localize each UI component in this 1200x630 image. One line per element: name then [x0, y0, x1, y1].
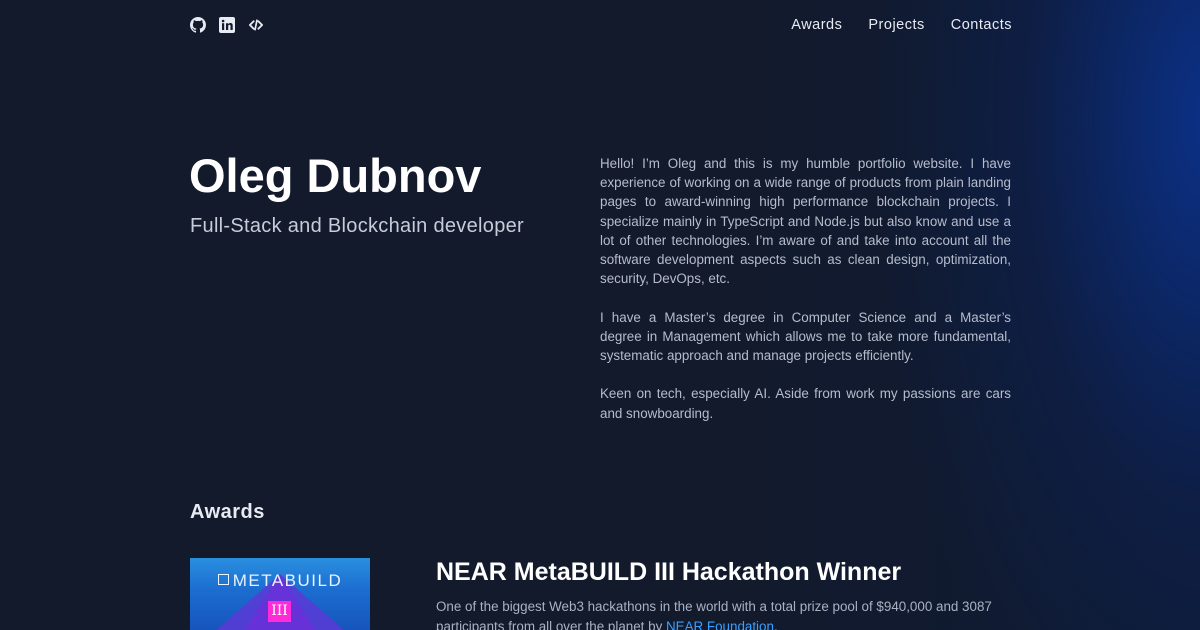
- site-header: Awards Projects Contacts: [190, 0, 1012, 50]
- nav-contacts[interactable]: Contacts: [951, 17, 1012, 33]
- award-description: One of the biggest Web3 hackathons in th…: [436, 597, 996, 630]
- linkedin-icon[interactable]: [219, 17, 235, 33]
- github-icon[interactable]: [190, 17, 206, 33]
- award-image-badge: III: [268, 601, 291, 622]
- award-image-text: METABUILD: [232, 571, 343, 590]
- bio-paragraph: I have a Master’s degree in Computer Sci…: [600, 309, 1011, 364]
- award-title: NEAR MetaBUILD III Hackathon Winner: [436, 558, 902, 586]
- hero-subtitle: Full-Stack and Blockchain developer: [190, 215, 525, 237]
- bio: Hello! I’m Oleg and this is my humble po…: [600, 154, 1011, 442]
- nav-awards[interactable]: Awards: [791, 17, 842, 33]
- social-links: [190, 17, 264, 33]
- bio-paragraph: Keen on tech, especially AI. Aside from …: [600, 386, 1011, 421]
- codeforces-icon[interactable]: [248, 17, 264, 33]
- hero-name: Oleg Dubnov: [189, 149, 482, 202]
- near-foundation-link[interactable]: NEAR Foundation: [666, 619, 774, 630]
- metabuild-logo-icon: [217, 574, 229, 585]
- award-description-end: .: [773, 618, 778, 630]
- award-image-logo: METABUILD: [190, 571, 370, 591]
- award-image: METABUILD III: [190, 558, 370, 630]
- bio-paragraph: Hello! I’m Oleg and this is my humble po…: [600, 156, 1011, 287]
- nav-projects[interactable]: Projects: [868, 17, 924, 33]
- awards-section-title: Awards: [190, 501, 265, 523]
- main-nav: Awards Projects Contacts: [791, 17, 1012, 33]
